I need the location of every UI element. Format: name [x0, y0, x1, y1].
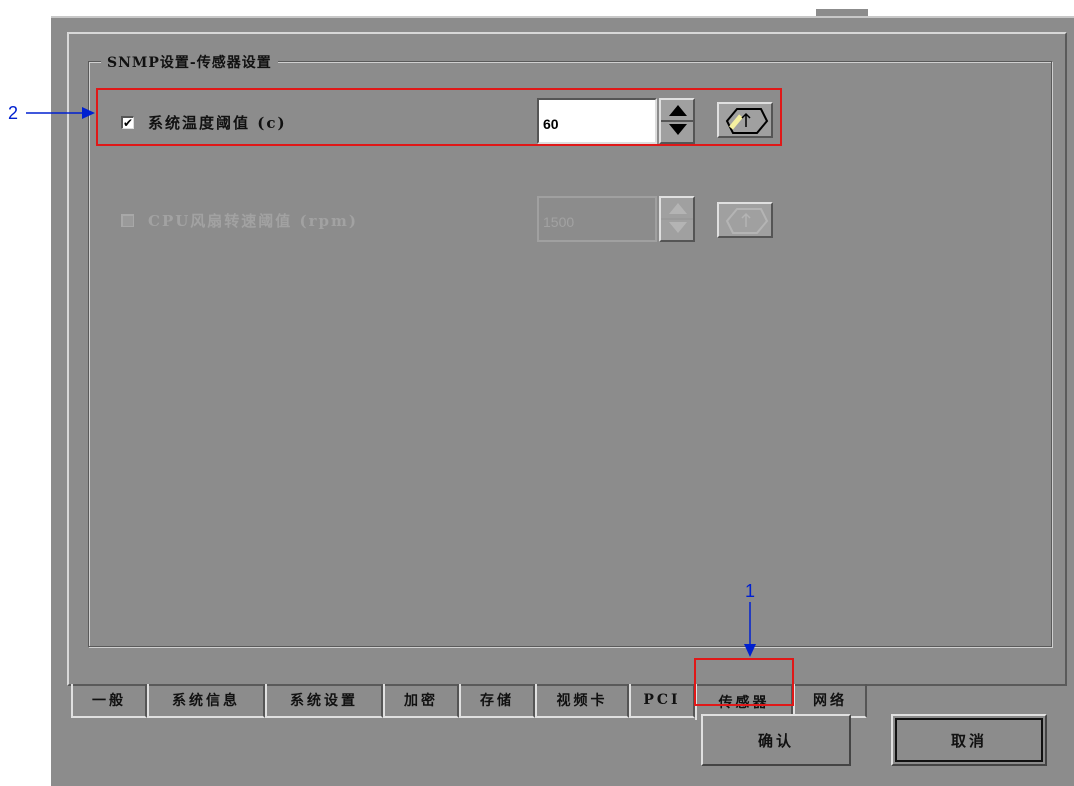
- tab-general[interactable]: 一般: [71, 684, 147, 718]
- keypad-icon: [725, 208, 769, 234]
- spin-up-icon[interactable]: [669, 203, 687, 214]
- sensor-groupbox: [88, 61, 1052, 647]
- fan-speed-keypad-button[interactable]: [717, 202, 773, 238]
- group-title: SNMP设置-传感器设置: [101, 52, 278, 72]
- tab-pci[interactable]: PCI: [629, 684, 695, 718]
- annotation-number-1: 1: [745, 581, 756, 601]
- annotation-number-2: 2: [8, 103, 19, 123]
- cancel-button[interactable]: 取消: [891, 714, 1047, 766]
- highlight-temp-row: [96, 88, 782, 146]
- annotation-arrow-down-icon: [744, 602, 756, 657]
- annotation-arrow-right-icon: [26, 107, 95, 119]
- tab-storage[interactable]: 存储: [459, 684, 535, 718]
- fan-speed-label: CPU风扇转速阈值 (rpm): [148, 212, 358, 230]
- spinner-divider: [661, 218, 693, 220]
- tab-network[interactable]: 网络: [793, 684, 867, 718]
- highlight-sensor-tab: [694, 658, 794, 706]
- tab-system-settings[interactable]: 系统设置: [265, 684, 383, 718]
- tab-video-card[interactable]: 视频卡: [535, 684, 629, 718]
- tab-system-info[interactable]: 系统信息: [147, 684, 265, 718]
- confirm-button[interactable]: 确认: [701, 714, 851, 766]
- fan-speed-input[interactable]: 1500: [537, 196, 657, 242]
- fan-speed-row: CPU风扇转速阈值 (rpm): [121, 210, 358, 231]
- spin-down-icon[interactable]: [669, 222, 687, 233]
- fan-speed-checkbox[interactable]: [121, 214, 134, 227]
- fan-speed-spinner[interactable]: [659, 196, 695, 242]
- tab-encryption[interactable]: 加密: [383, 684, 459, 718]
